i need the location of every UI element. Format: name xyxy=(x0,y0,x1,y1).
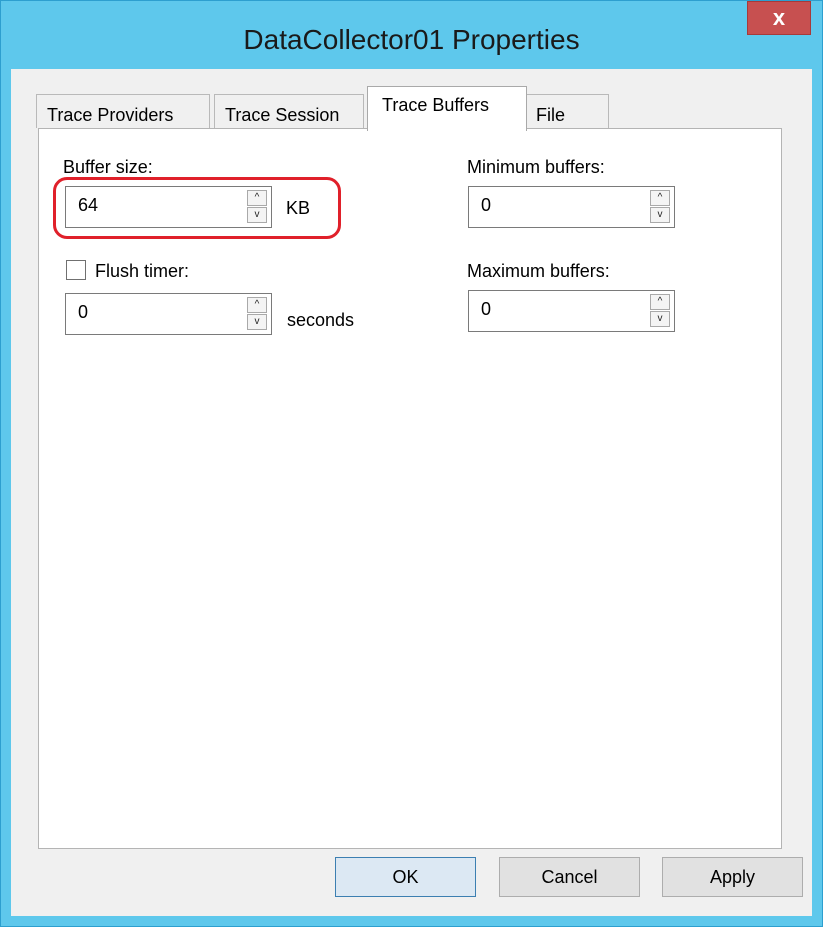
close-icon: x xyxy=(772,5,786,30)
buffer-size-up-button[interactable]: ^ xyxy=(247,190,267,206)
flush-timer-checkbox[interactable] xyxy=(66,260,86,280)
buffer-size-label: Buffer size: xyxy=(63,157,153,177)
cancel-button[interactable]: Cancel xyxy=(499,857,640,897)
properties-dialog: DataCollector01 Properties x Trace Provi… xyxy=(0,0,823,927)
buffer-size-spin-buttons: ^ v xyxy=(247,190,267,224)
minimum-buffers-spin-buttons: ^ v xyxy=(650,190,670,224)
minimum-buffers-up-button[interactable]: ^ xyxy=(650,190,670,206)
buffer-size-stepper[interactable]: 64 ^ v xyxy=(65,186,272,228)
apply-button[interactable]: Apply xyxy=(662,857,803,897)
flush-timer-down-button[interactable]: v xyxy=(247,314,267,330)
tab-trace-providers[interactable]: Trace Providers xyxy=(36,94,210,128)
window-title: DataCollector01 Properties xyxy=(243,24,580,55)
flush-timer-label: Flush timer: xyxy=(95,261,190,281)
maximum-buffers-up-button[interactable]: ^ xyxy=(650,294,670,310)
chevron-down-icon: v xyxy=(254,209,260,220)
maximum-buffers-spin-buttons: ^ v xyxy=(650,294,670,328)
chevron-up-icon: ^ xyxy=(254,192,260,203)
minimum-buffers-stepper[interactable]: 0 ^ v xyxy=(468,186,675,228)
chevron-down-icon: v xyxy=(254,316,260,327)
maximum-buffers-stepper[interactable]: 0 ^ v xyxy=(468,290,675,332)
flush-timer-spin-buttons: ^ v xyxy=(247,297,267,331)
tab-file[interactable]: File xyxy=(525,94,609,128)
flush-timer-stepper[interactable]: 0 ^ v xyxy=(65,293,272,335)
buffer-size-unit: KB xyxy=(286,198,311,218)
chevron-down-icon: v xyxy=(657,209,663,220)
minimum-buffers-down-button[interactable]: v xyxy=(650,207,670,223)
dialog-client-area: Trace Providers Trace Session Trace Buff… xyxy=(11,69,812,916)
maximum-buffers-value: 0 xyxy=(481,299,492,319)
flush-timer-unit: seconds xyxy=(287,310,355,330)
flush-timer-up-button[interactable]: ^ xyxy=(247,297,267,313)
buffer-size-value: 64 xyxy=(78,195,99,215)
title-bar[interactable]: DataCollector01 Properties x xyxy=(1,1,822,79)
maximum-buffers-down-button[interactable]: v xyxy=(650,311,670,327)
buffer-size-down-button[interactable]: v xyxy=(247,207,267,223)
minimum-buffers-label: Minimum buffers: xyxy=(467,157,605,177)
chevron-down-icon: v xyxy=(657,313,663,324)
tab-trace-buffers[interactable]: Trace Buffers xyxy=(367,86,527,131)
minimum-buffers-value: 0 xyxy=(481,195,492,215)
maximum-buffers-label: Maximum buffers: xyxy=(467,261,610,281)
flush-timer-value: 0 xyxy=(78,302,89,322)
chevron-up-icon: ^ xyxy=(657,192,663,203)
close-button[interactable]: x xyxy=(747,1,811,35)
chevron-up-icon: ^ xyxy=(254,299,260,310)
ok-button[interactable]: OK xyxy=(335,857,476,897)
chevron-up-icon: ^ xyxy=(657,296,663,307)
tab-trace-session[interactable]: Trace Session xyxy=(214,94,364,128)
